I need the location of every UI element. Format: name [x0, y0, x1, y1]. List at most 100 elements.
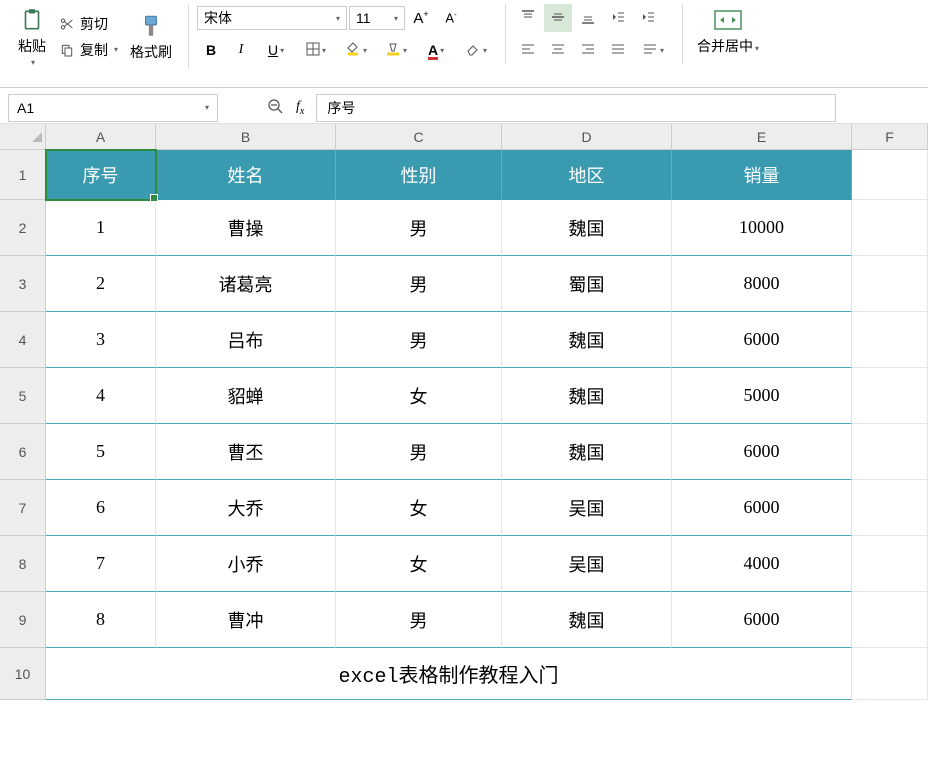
cell-D8[interactable]: 吴国 — [502, 536, 672, 592]
justify-button[interactable] — [604, 36, 632, 64]
align-top-button[interactable] — [514, 4, 542, 32]
font-color-button[interactable]: A ▾ — [417, 36, 455, 64]
cell-E8[interactable]: 4000 — [672, 536, 852, 592]
cell-F9[interactable] — [852, 592, 928, 648]
cell-A9[interactable]: 8 — [46, 592, 156, 648]
cell-F6[interactable] — [852, 424, 928, 480]
column-header-E[interactable]: E — [672, 124, 852, 149]
cell-A8[interactable]: 7 — [46, 536, 156, 592]
cell-E2[interactable]: 10000 — [672, 200, 852, 256]
cell-A5[interactable]: 4 — [46, 368, 156, 424]
cell-B9[interactable]: 曹冲 — [156, 592, 336, 648]
underline-button[interactable]: U▾ — [257, 36, 295, 64]
row-header-3[interactable]: 3 — [0, 256, 46, 312]
align-center-button[interactable] — [544, 36, 572, 64]
cell-B1[interactable]: 姓名 — [156, 150, 336, 200]
align-middle-button[interactable] — [544, 4, 572, 32]
font-name-select[interactable]: 宋体 ▾ — [197, 6, 347, 30]
cell-C4[interactable]: 男 — [336, 312, 502, 368]
column-header-C[interactable]: C — [336, 124, 502, 149]
cell-B2[interactable]: 曹操 — [156, 200, 336, 256]
cell-F3[interactable] — [852, 256, 928, 312]
highlight-button[interactable]: ▾ — [377, 36, 415, 64]
cell-C2[interactable]: 男 — [336, 200, 502, 256]
cell-C6[interactable]: 男 — [336, 424, 502, 480]
borders-button[interactable]: ▾ — [297, 36, 335, 64]
cell-A4[interactable]: 3 — [46, 312, 156, 368]
row-header-9[interactable]: 9 — [0, 592, 46, 648]
cell-E4[interactable]: 6000 — [672, 312, 852, 368]
cell-C9[interactable]: 男 — [336, 592, 502, 648]
paste-button[interactable]: 粘贴 ▾ — [12, 4, 52, 69]
cell-A2[interactable]: 1 — [46, 200, 156, 256]
cell-D5[interactable]: 魏国 — [502, 368, 672, 424]
column-header-D[interactable]: D — [502, 124, 672, 149]
cell-B8[interactable]: 小乔 — [156, 536, 336, 592]
cell-D6[interactable]: 魏国 — [502, 424, 672, 480]
cell-C7[interactable]: 女 — [336, 480, 502, 536]
row-header-5[interactable]: 5 — [0, 368, 46, 424]
copy-button[interactable]: 复制 ▾ — [54, 38, 122, 62]
bold-button[interactable]: B — [197, 36, 225, 64]
formula-input[interactable]: 序号 — [316, 94, 836, 122]
cut-button[interactable]: 剪切 — [54, 12, 122, 36]
cell-D4[interactable]: 魏国 — [502, 312, 672, 368]
cell-D2[interactable]: 魏国 — [502, 200, 672, 256]
format-painter-button[interactable]: 格式刷 — [124, 10, 178, 64]
row-header-7[interactable]: 7 — [0, 480, 46, 536]
align-bottom-button[interactable] — [574, 4, 602, 32]
cell-F1[interactable] — [852, 150, 928, 200]
italic-button[interactable]: I — [227, 36, 255, 64]
cell-F8[interactable] — [852, 536, 928, 592]
cell-E7[interactable]: 6000 — [672, 480, 852, 536]
cell-E1[interactable]: 销量 — [672, 150, 852, 200]
cell-D9[interactable]: 魏国 — [502, 592, 672, 648]
cell-E5[interactable]: 5000 — [672, 368, 852, 424]
fill-color-button[interactable]: ▾ — [337, 36, 375, 64]
cell-footer-merged[interactable]: excel表格制作教程入门 — [46, 648, 852, 700]
cell-B3[interactable]: 诸葛亮 — [156, 256, 336, 312]
cell-B5[interactable]: 貂蝉 — [156, 368, 336, 424]
row-header-1[interactable]: 1 — [0, 150, 46, 200]
cell-B6[interactable]: 曹丕 — [156, 424, 336, 480]
cell-C1[interactable]: 性别 — [336, 150, 502, 200]
merge-center-button[interactable]: 合并居中▾ — [691, 4, 765, 58]
decrease-font-button[interactable]: A- — [437, 4, 465, 32]
fx-icon[interactable]: fx — [296, 99, 304, 117]
cell-F10[interactable] — [852, 648, 928, 700]
cell-A1[interactable]: 序号 — [46, 150, 156, 200]
column-header-A[interactable]: A — [46, 124, 156, 149]
align-left-button[interactable] — [514, 36, 542, 64]
cell-B4[interactable]: 吕布 — [156, 312, 336, 368]
column-header-F[interactable]: F — [852, 124, 928, 149]
cell-E3[interactable]: 8000 — [672, 256, 852, 312]
row-header-10[interactable]: 10 — [0, 648, 46, 700]
cell-C8[interactable]: 女 — [336, 536, 502, 592]
cell-C5[interactable]: 女 — [336, 368, 502, 424]
row-header-4[interactable]: 4 — [0, 312, 46, 368]
eraser-button[interactable]: ▾ — [457, 36, 495, 64]
zoom-out-icon[interactable] — [266, 97, 284, 118]
cell-D7[interactable]: 吴国 — [502, 480, 672, 536]
cell-B7[interactable]: 大乔 — [156, 480, 336, 536]
cell-F2[interactable] — [852, 200, 928, 256]
cell-A3[interactable]: 2 — [46, 256, 156, 312]
cell-D1[interactable]: 地区 — [502, 150, 672, 200]
font-size-select[interactable]: 11 ▾ — [349, 6, 405, 30]
row-header-2[interactable]: 2 — [0, 200, 46, 256]
row-header-8[interactable]: 8 — [0, 536, 46, 592]
distribute-button[interactable]: ▾ — [634, 36, 672, 64]
cell-C3[interactable]: 男 — [336, 256, 502, 312]
cell-A6[interactable]: 5 — [46, 424, 156, 480]
cell-E6[interactable]: 6000 — [672, 424, 852, 480]
column-header-B[interactable]: B — [156, 124, 336, 149]
cell-A7[interactable]: 6 — [46, 480, 156, 536]
cell-F4[interactable] — [852, 312, 928, 368]
increase-font-button[interactable]: A+ — [407, 4, 435, 32]
align-right-button[interactable] — [574, 36, 602, 64]
cell-E9[interactable]: 6000 — [672, 592, 852, 648]
increase-indent-button[interactable] — [634, 4, 662, 32]
row-header-6[interactable]: 6 — [0, 424, 46, 480]
name-box[interactable]: A1 ▾ — [8, 94, 218, 122]
cell-F5[interactable] — [852, 368, 928, 424]
